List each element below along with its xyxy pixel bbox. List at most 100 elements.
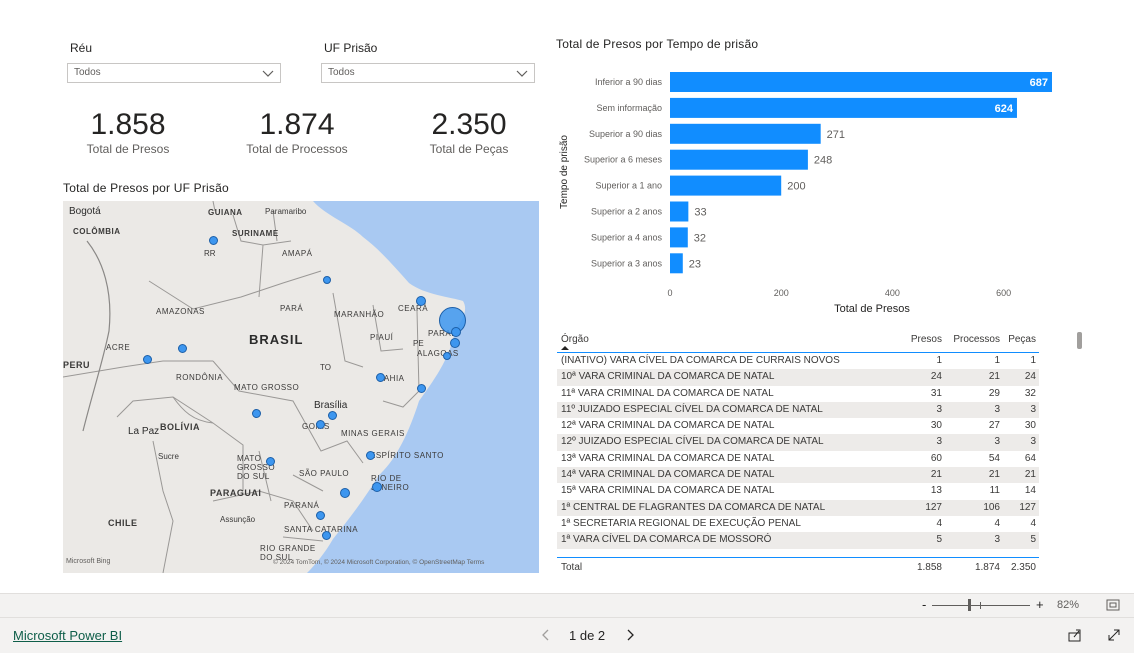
- map-bubble[interactable]: [340, 488, 350, 498]
- kpi-value: 1.874: [259, 108, 335, 141]
- map-bubble[interactable]: [416, 296, 426, 306]
- map-label: MARANHÃO: [334, 310, 385, 319]
- map-label: RR: [204, 249, 216, 258]
- cell-presos: 3: [936, 436, 942, 448]
- bar-value-label: 32: [694, 232, 706, 244]
- map-label: AMAPÁ: [282, 249, 313, 258]
- kpi-label: Total de Peças: [429, 142, 509, 156]
- table-row[interactable]: 12º JUIZADO ESPECIAL CÍVEL DA COMARCA DE…: [557, 434, 1039, 451]
- map-label: Sucre: [158, 452, 179, 461]
- map-bubble[interactable]: [178, 344, 187, 353]
- bar-4[interactable]: [670, 175, 782, 196]
- map-bubble[interactable]: [316, 511, 325, 520]
- map-bubble[interactable]: [323, 276, 331, 284]
- map-bubble[interactable]: [328, 411, 337, 420]
- map-label: SURINAME: [232, 229, 279, 238]
- bar-chart[interactable]: Inferior a 90 dias 687 Sem informação 624 Su…: [550, 62, 1070, 322]
- bar-value-label: 200: [787, 181, 805, 193]
- map-bubble[interactable]: [376, 373, 385, 382]
- zoom-bar: - + 82%: [0, 593, 1134, 618]
- fullscreen-icon[interactable]: [1107, 628, 1121, 642]
- table-row[interactable]: 1ª VARA CÍVEL DA COMARCA DE MOSSORÓ 5 3 5: [557, 532, 1039, 549]
- zoom-in-button[interactable]: +: [1036, 597, 1044, 612]
- map-bubble[interactable]: [417, 384, 426, 393]
- header-processos[interactable]: Processos: [953, 330, 1000, 350]
- table-row[interactable]: 13ª VARA CRIMINAL DA COMARCA DE NATAL 60 5…: [557, 451, 1039, 467]
- zoom-slider-thumb[interactable]: [968, 599, 971, 611]
- bar-value-label: 271: [827, 129, 845, 141]
- cell-orgao: 1ª CENTRAL DE FLAGRANTES DA COMARCA DE N…: [561, 501, 826, 513]
- kpi-label: Total de Presos: [86, 142, 170, 156]
- total-pecas: 2.350: [1010, 561, 1036, 573]
- uf-slicer-dropdown[interactable]: Todos: [321, 63, 535, 83]
- bar-5[interactable]: [670, 201, 689, 222]
- zoom-out-button[interactable]: -: [922, 597, 926, 612]
- map-title: Total de Presos por UF Prisão: [63, 181, 229, 195]
- map-bubble[interactable]: [450, 338, 460, 348]
- bar-value-label: 687: [1030, 77, 1048, 89]
- map-bubble[interactable]: [252, 409, 261, 418]
- table-scrollbar[interactable]: [1077, 332, 1082, 349]
- map-label: Bogotá: [69, 206, 101, 217]
- cell-pecas: 14: [1024, 485, 1036, 497]
- map-label: TO: [320, 363, 331, 372]
- cell-presos: 30: [930, 420, 942, 432]
- powerbi-link[interactable]: Microsoft Power BI: [13, 628, 122, 643]
- map-bubble[interactable]: [316, 420, 325, 429]
- table-row[interactable]: 14ª VARA CRIMINAL DA COMARCA DE NATAL 21 2…: [557, 467, 1039, 484]
- map-label: PARANÁ: [284, 501, 320, 510]
- reu-slicer-dropdown[interactable]: Todos: [67, 63, 281, 83]
- bar-0[interactable]: [670, 72, 1052, 92]
- cell-pecas: 21: [1024, 469, 1036, 481]
- header-presos[interactable]: Presos: [911, 330, 942, 350]
- orgao-table[interactable]: Órgão Presos Processos Peças (INATIVO) V…: [557, 330, 1039, 578]
- cell-presos: 24: [930, 371, 942, 383]
- kpi-value: 1.858: [90, 108, 166, 141]
- bar-7[interactable]: [670, 253, 683, 274]
- map-bubble[interactable]: [266, 457, 275, 466]
- table-row[interactable]: (INATIVO) VARA CÍVEL DA COMARCA DE CURRA…: [557, 353, 1039, 369]
- total-label: Total: [561, 561, 583, 573]
- cell-pecas: 32: [1024, 387, 1036, 399]
- table-row[interactable]: 11º JUIZADO ESPECIAL CÍVEL DA COMARCA DE…: [557, 401, 1039, 419]
- bar-value-label: 248: [814, 155, 832, 167]
- map-bubble[interactable]: [143, 355, 152, 364]
- table-row[interactable]: 10ª VARA CRIMINAL DA COMARCA DE NATAL 24 2…: [557, 369, 1039, 386]
- map-bubble[interactable]: [451, 327, 461, 337]
- header-pecas[interactable]: Peças: [1008, 330, 1036, 350]
- map-bubble[interactable]: [322, 531, 331, 540]
- map-label: BOLÍVIA: [160, 422, 201, 432]
- map-label: PERU: [63, 360, 91, 370]
- table-row[interactable]: 11ª VARA CRIMINAL DA COMARCA DE NATAL 31 2…: [557, 386, 1039, 402]
- fit-to-page-icon[interactable]: [1106, 599, 1120, 611]
- x-tick-label: 400: [885, 288, 900, 298]
- bar-1[interactable]: [670, 97, 1017, 118]
- chevron-right-icon[interactable]: [627, 629, 635, 641]
- table-row[interactable]: 1ª CENTRAL DE FLAGRANTES DA COMARCA DE N…: [557, 499, 1039, 516]
- kpi-card-pecas: 2.350 Total de Peças: [399, 108, 539, 156]
- cell-processos: 3: [994, 436, 1000, 448]
- bar-value-label: 23: [689, 258, 701, 270]
- map-bubble[interactable]: [372, 482, 382, 492]
- header-orgao[interactable]: Órgão: [561, 330, 906, 350]
- map-label: SANTA CATARINA: [284, 525, 359, 534]
- map-label: Brasília: [314, 400, 348, 411]
- map-bubble[interactable]: [443, 352, 451, 360]
- bar-category-label: Superior a 3 anos: [591, 258, 663, 268]
- map-bubble[interactable]: [209, 236, 218, 245]
- bar-6[interactable]: [670, 227, 688, 248]
- map-visual[interactable]: Bogotá GUIANA Paramaribo COLÔMBIA SURINA…: [63, 201, 539, 573]
- bar-3[interactable]: [670, 149, 808, 170]
- map-bubble[interactable]: [366, 451, 375, 460]
- zoom-slider-track[interactable]: [932, 605, 1030, 606]
- bar-2[interactable]: [670, 123, 821, 144]
- bar-category-label: Superior a 1 ano: [595, 181, 662, 191]
- map-label: SÃO PAULO: [299, 469, 350, 478]
- table-row[interactable]: 12ª VARA CRIMINAL DA COMARCA DE NATAL 30 2…: [557, 418, 1039, 434]
- table-row[interactable]: 1ª SECRETARIA REGIONAL DE EXECUÇÃO PENAL…: [557, 516, 1039, 532]
- cell-orgao: (INATIVO) VARA CÍVEL DA COMARCA DE CURRA…: [561, 355, 840, 366]
- table-row[interactable]: 15ª VARA CRIMINAL DA COMARCA DE NATAL 13 1…: [557, 483, 1039, 499]
- chevron-left-icon[interactable]: [541, 629, 549, 641]
- uf-slicer-label: UF Prisão: [324, 41, 378, 55]
- share-icon[interactable]: [1068, 628, 1082, 642]
